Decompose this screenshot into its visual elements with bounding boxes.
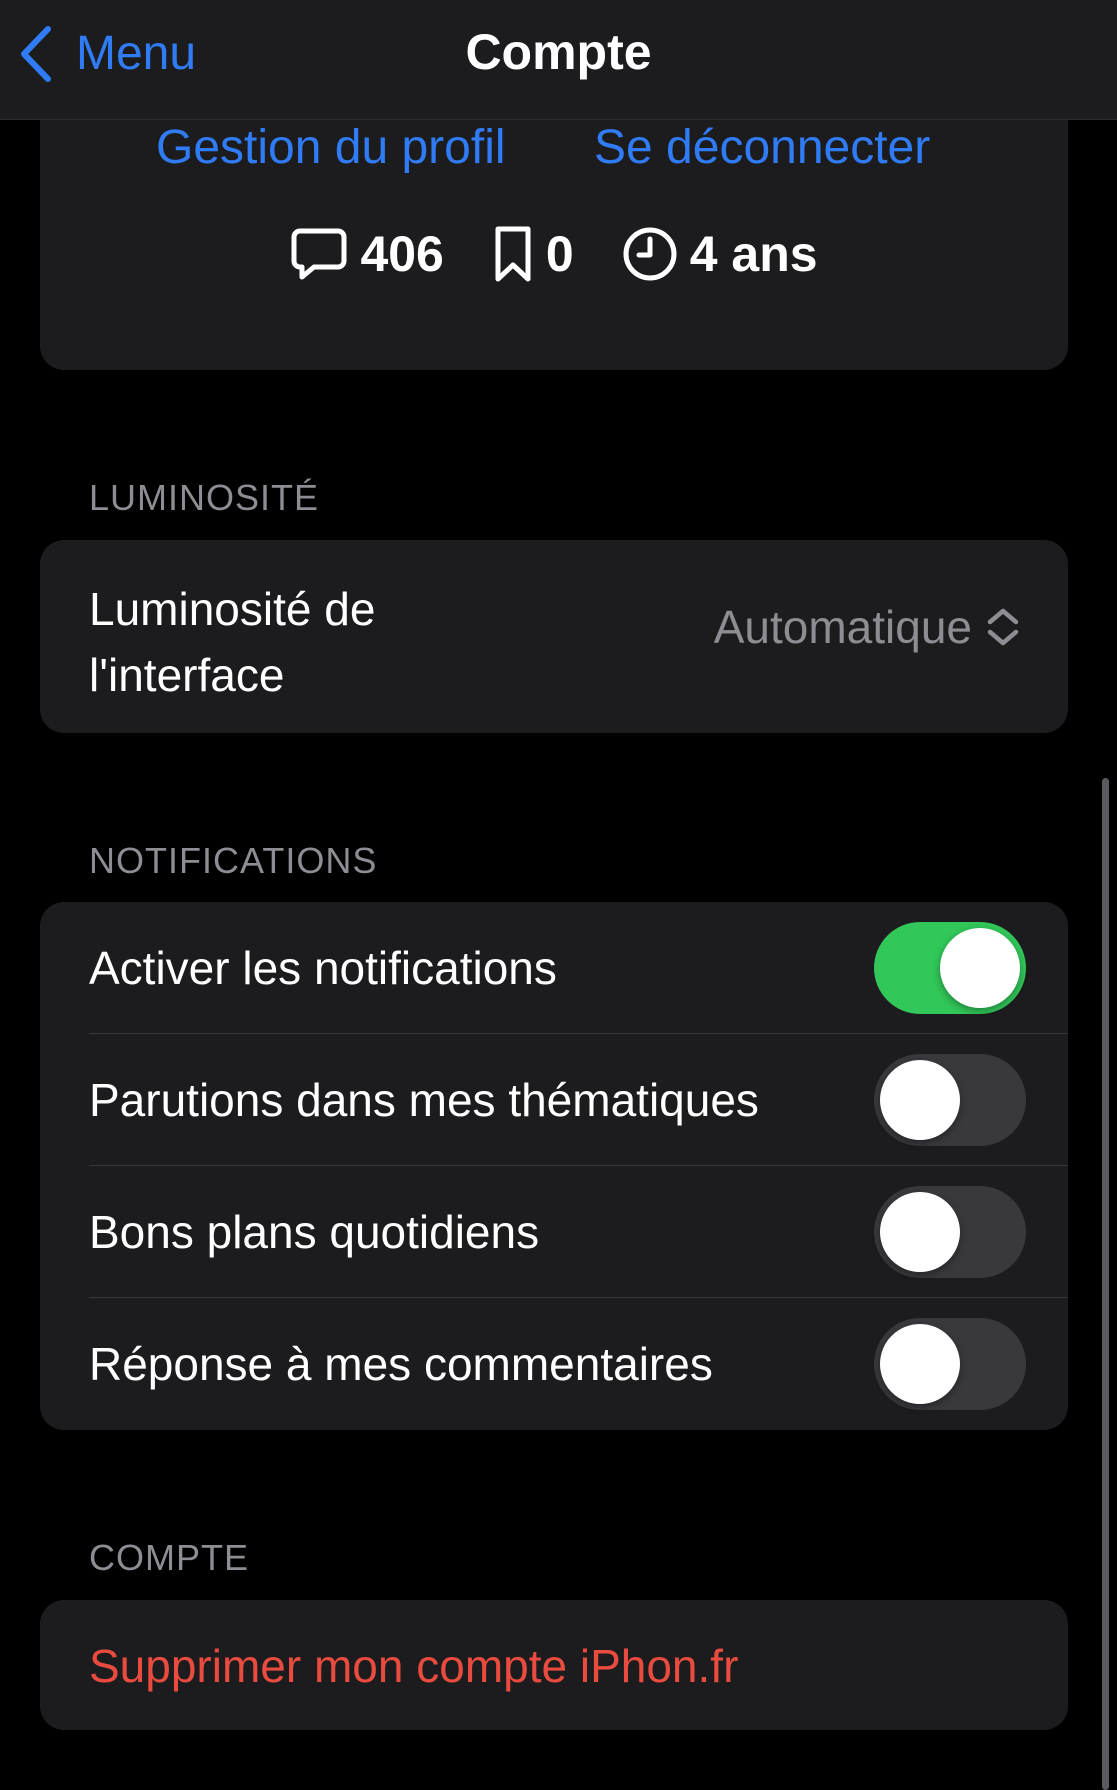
notification-row-deals: Bons plans quotidiens xyxy=(40,1166,1068,1298)
toggle-knob xyxy=(940,928,1020,1008)
toggle-knob xyxy=(880,1324,960,1404)
account-section-header: COMPTE xyxy=(89,1537,250,1578)
stat-comments: 406 xyxy=(290,226,444,282)
stat-bookmarks: 0 xyxy=(492,225,574,283)
bookmark-icon xyxy=(495,226,531,282)
delete-account-button[interactable]: Supprimer mon compte iPhon.fr xyxy=(89,1640,738,1692)
toggle-knob xyxy=(880,1060,960,1140)
notification-row-label: Réponse à mes commentaires xyxy=(89,1338,713,1390)
notification-row-replies: Réponse à mes commentaires xyxy=(40,1298,1068,1430)
speech-bubble-icon xyxy=(291,228,347,280)
bookmarks-count: 0 xyxy=(545,226,574,282)
topics-notifications-toggle[interactable] xyxy=(874,1054,1026,1146)
manage-profile-link[interactable]: Gestion du profil xyxy=(156,124,506,172)
stat-member-since: 4 ans xyxy=(622,226,818,282)
scroll-indicator[interactable] xyxy=(1102,778,1109,1790)
notification-row-label: Activer les notifications xyxy=(89,942,557,994)
comment-replies-toggle[interactable] xyxy=(874,1318,1026,1410)
account-card: Supprimer mon compte iPhon.fr xyxy=(40,1600,1068,1730)
clock-icon xyxy=(623,227,677,281)
notification-row-label: Bons plans quotidiens xyxy=(89,1206,540,1258)
notification-row-enable: Activer les notifications xyxy=(40,902,1068,1034)
enable-notifications-toggle[interactable] xyxy=(874,922,1026,1014)
brightness-label: Luminosité de l'interface xyxy=(89,583,376,701)
brightness-picker-value: Automatique xyxy=(713,601,972,653)
navigation-bar: Menu Compte xyxy=(0,0,1117,120)
brightness-card: Luminosité de l'interface Automatique xyxy=(40,540,1068,733)
notification-row-topics: Parutions dans mes thématiques xyxy=(40,1034,1068,1166)
notifications-section-header: NOTIFICATIONS xyxy=(89,840,378,881)
logout-link[interactable]: Se déconnecter xyxy=(594,124,930,172)
toggle-knob xyxy=(880,1192,960,1272)
brightness-picker[interactable]: Automatique xyxy=(714,604,1020,650)
notifications-card: Activer les notifications Parutions dans… xyxy=(40,902,1068,1430)
daily-deals-toggle[interactable] xyxy=(874,1186,1026,1278)
page-title: Compte xyxy=(465,24,652,80)
brightness-section-header: LUMINOSITÉ xyxy=(89,477,320,518)
notification-row-label: Parutions dans mes thématiques xyxy=(89,1074,759,1126)
profile-stats: 406 0 4 ans xyxy=(40,225,1068,283)
member-since-value: 4 ans xyxy=(689,226,818,282)
comments-count: 406 xyxy=(360,226,444,282)
chevron-up-down-icon xyxy=(987,608,1019,646)
